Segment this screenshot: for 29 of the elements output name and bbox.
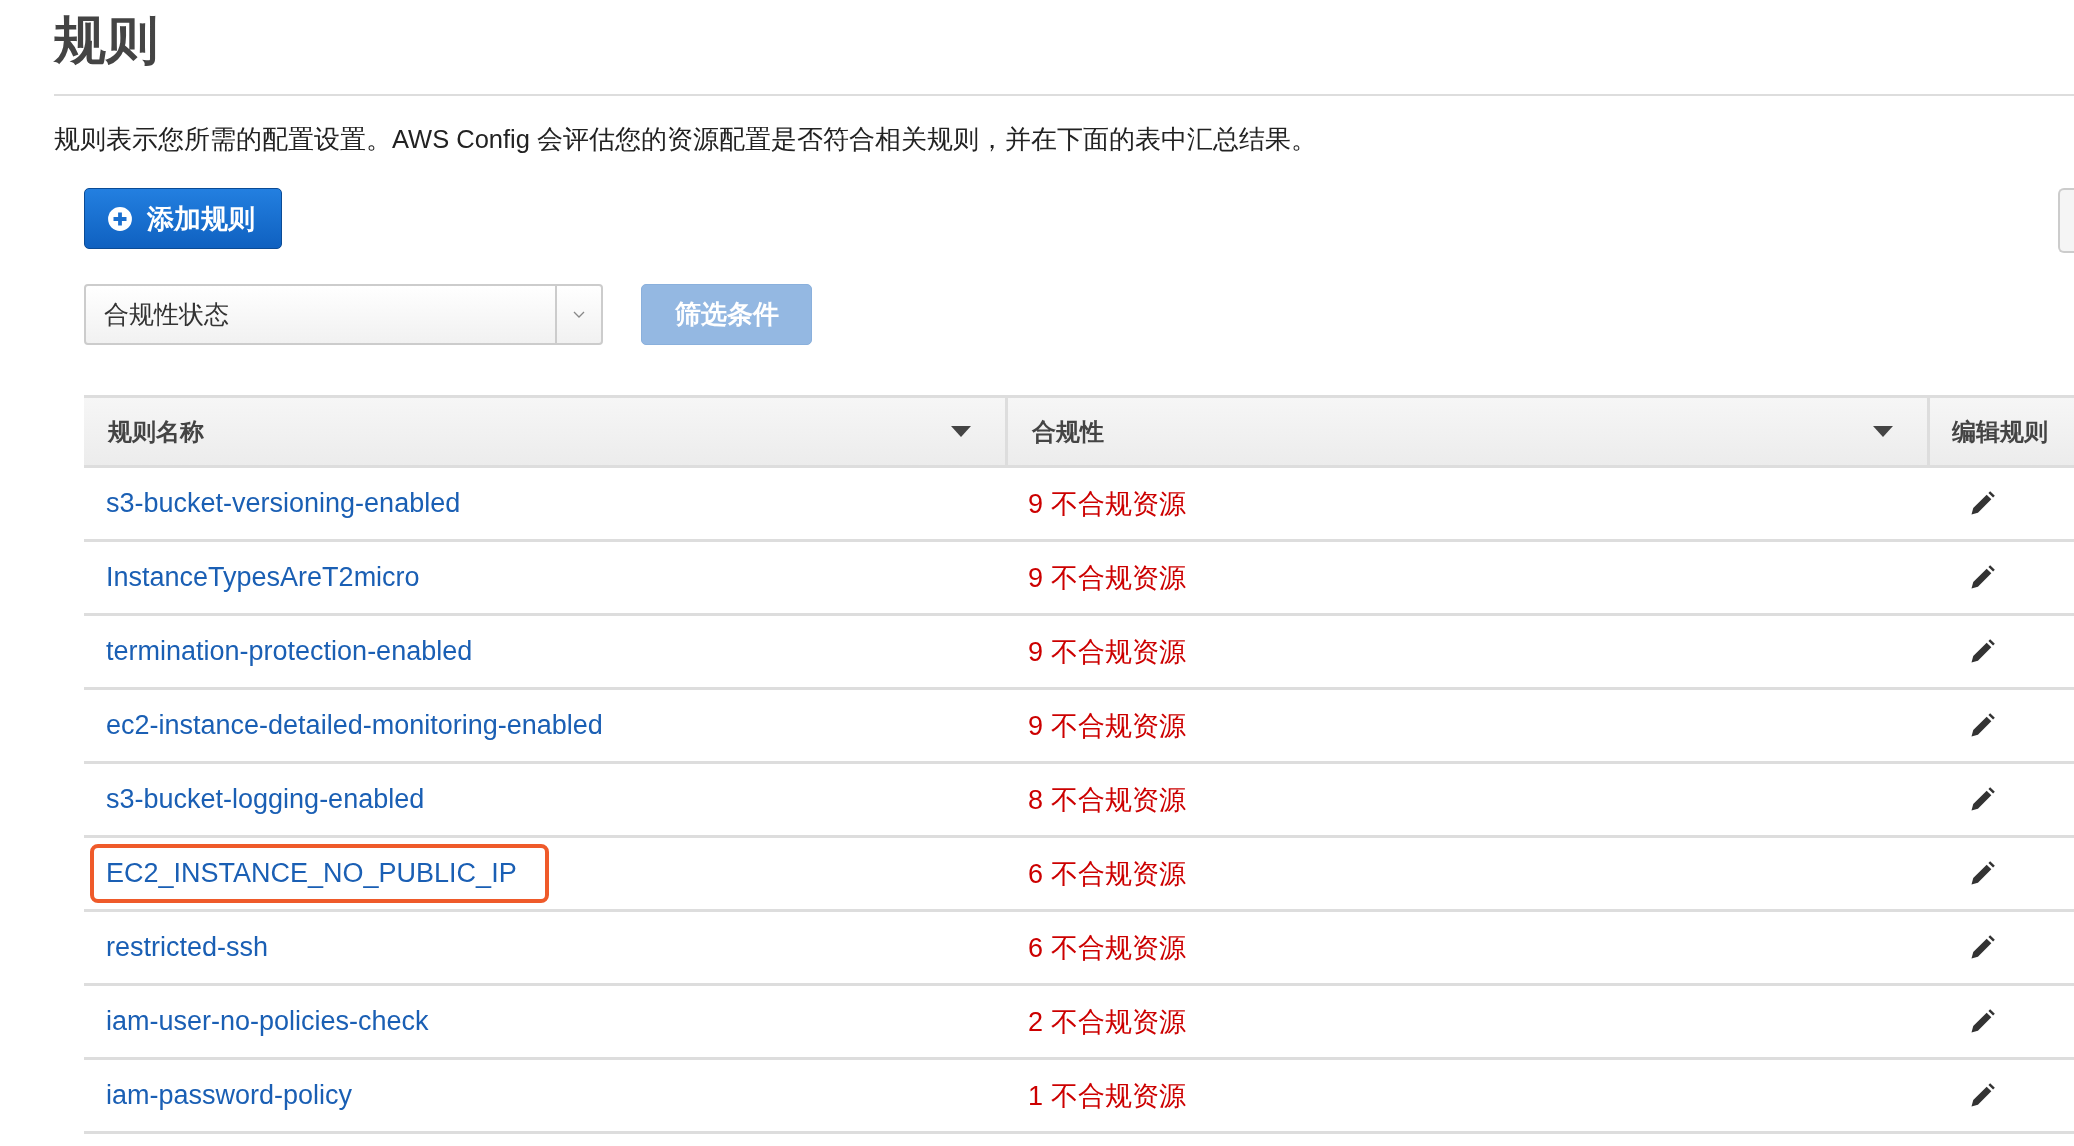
column-label: 编辑规则 — [1952, 416, 2048, 447]
add-rule-button[interactable]: 添加规则 — [84, 188, 282, 249]
sort-caret-icon[interactable] — [951, 425, 971, 438]
column-label: 合规性 — [1032, 416, 1104, 447]
compliance-status: 9 不合规资源 — [1028, 561, 1186, 595]
compliance-status: 9 不合规资源 — [1028, 487, 1186, 521]
compliance-status: 9 不合规资源 — [1028, 635, 1186, 669]
rule-link[interactable]: s3-bucket-versioning-enabled — [90, 474, 493, 533]
rule-link[interactable]: iam-user-no-policies-check — [90, 992, 461, 1051]
compliance-status: 1 不合规资源 — [1028, 1079, 1186, 1113]
column-label: 规则名称 — [108, 416, 204, 447]
compliance-status: 6 不合规资源 — [1028, 931, 1186, 965]
page-title: 规则 — [54, 10, 159, 71]
plus-circle-icon — [107, 205, 133, 232]
rule-link[interactable]: EC2_INSTANCE_NO_PUBLIC_IP — [90, 844, 549, 903]
description-text: 规则表示您所需的配置设置。AWS Config 会评估您的资源配置是否符合相关规则，并在下面的表中汇总结果。 — [54, 124, 1319, 155]
compliance-status: 2 不合规资源 — [1028, 1005, 1186, 1039]
rule-link[interactable]: termination-protection-enabled — [90, 622, 505, 681]
chevron-down-icon — [573, 310, 585, 319]
rule-link[interactable]: InstanceTypesAreT2micro — [90, 548, 452, 607]
compliance-status: 8 不合规资源 — [1028, 783, 1186, 817]
rule-link[interactable]: ec2-instance-detailed-monitoring-enabled — [90, 696, 635, 755]
sort-caret-icon[interactable] — [1873, 425, 1893, 438]
compliance-select[interactable]: 合规性状态 — [84, 284, 603, 345]
compliance-status: 9 不合规资源 — [1028, 709, 1186, 743]
rule-link[interactable]: s3-bucket-logging-enabled — [90, 770, 457, 829]
compliance-status: 6 不合规资源 — [1028, 857, 1186, 891]
rule-link[interactable]: restricted-ssh — [90, 918, 301, 977]
rule-link[interactable]: iam-password-policy — [90, 1066, 385, 1125]
